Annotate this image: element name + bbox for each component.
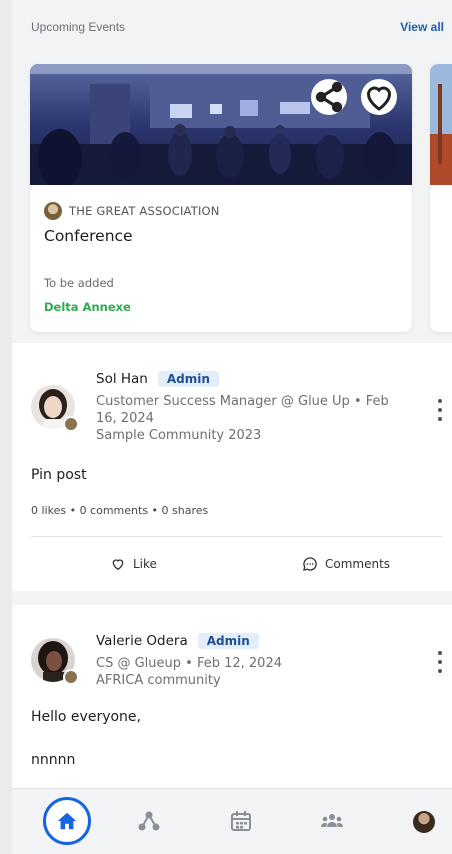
comment-icon (303, 557, 317, 571)
heart-icon (366, 86, 392, 111)
author-title-date: CS @ Glueup • Feb 12, 2024 (96, 656, 282, 671)
event-card[interactable]: THE GREAT ASSOCIATION Conference To be a… (30, 64, 412, 332)
event-card-partial[interactable] (430, 64, 452, 332)
section-title: Upcoming Events (31, 20, 126, 34)
post-body-line: Hello everyone, (31, 709, 141, 725)
community-name[interactable]: AFRICA community (96, 672, 282, 689)
event-title: Conference (44, 227, 133, 245)
author-title-date: Customer Success Manager @ Glue Up • Feb (96, 394, 389, 409)
more-options-button[interactable] (433, 651, 447, 673)
nav-profile-avatar[interactable] (413, 811, 435, 833)
share-icon (315, 81, 343, 113)
post-body-line: nnnnn (31, 752, 76, 768)
kebab-dot (438, 669, 442, 673)
event-image (430, 64, 452, 185)
nav-home-button[interactable] (43, 797, 91, 845)
event-image (30, 64, 412, 185)
post-stats: 0 likes • 0 comments • 0 shares (31, 504, 209, 517)
members-icon (321, 814, 343, 827)
kebab-dot (438, 399, 442, 403)
kebab-dot (438, 408, 442, 412)
comments-button[interactable]: Comments (302, 556, 390, 572)
author-row: Valerie Odera Admin (96, 633, 259, 649)
nav-events-button[interactable] (227, 807, 255, 835)
heart-icon (112, 559, 124, 571)
post-date-continued: 16, 2024 (96, 411, 154, 426)
more-options-button[interactable] (433, 399, 447, 421)
calendar-icon (231, 811, 251, 831)
share-button[interactable] (311, 79, 347, 115)
view-all-link[interactable]: View all (400, 20, 444, 34)
organizer-row: THE GREAT ASSOCIATION (44, 202, 220, 220)
feed-post: Sol Han Admin Customer Success Manager @… (12, 343, 452, 591)
community-name[interactable]: Sample Community 2023 (96, 427, 389, 444)
home-icon (57, 812, 77, 830)
author-name[interactable]: Sol Han (96, 371, 148, 387)
admin-badge: Admin (197, 633, 259, 649)
upcoming-events-section: Upcoming Events View all THE GREAT ASSOC… (12, 0, 452, 342)
nav-members-button[interactable] (318, 807, 346, 835)
organizer-name: THE GREAT ASSOCIATION (69, 204, 220, 218)
post-meta: CS @ Glueup • Feb 12, 2024 AFRICA commun… (96, 655, 282, 689)
groups-icon (138, 811, 160, 831)
community-badge (63, 416, 79, 432)
post-body: Pin post (31, 467, 87, 483)
comments-label: Comments (325, 557, 391, 571)
feed-post: Valerie Odera Admin CS @ Glueup • Feb 12… (12, 605, 452, 788)
divider (31, 536, 442, 537)
post-meta: Customer Success Manager @ Glue Up • Feb… (96, 393, 389, 444)
admin-badge: Admin (157, 371, 219, 387)
like-label: Like (133, 557, 157, 571)
kebab-dot (438, 660, 442, 664)
event-venue: Delta Annexe (44, 300, 131, 314)
organizer-logo (44, 202, 62, 220)
community-badge (63, 669, 79, 685)
nav-groups-button[interactable] (135, 807, 163, 835)
author-row: Sol Han Admin (96, 371, 219, 387)
favorite-button[interactable] (361, 79, 397, 115)
bottom-navigation (12, 788, 452, 854)
author-name[interactable]: Valerie Odera (96, 633, 188, 649)
like-button[interactable]: Like (110, 556, 157, 572)
kebab-dot (438, 417, 442, 421)
app-screen: Upcoming Events View all THE GREAT ASSOC… (12, 0, 452, 854)
event-date: To be added (44, 276, 114, 290)
kebab-dot (438, 651, 442, 655)
